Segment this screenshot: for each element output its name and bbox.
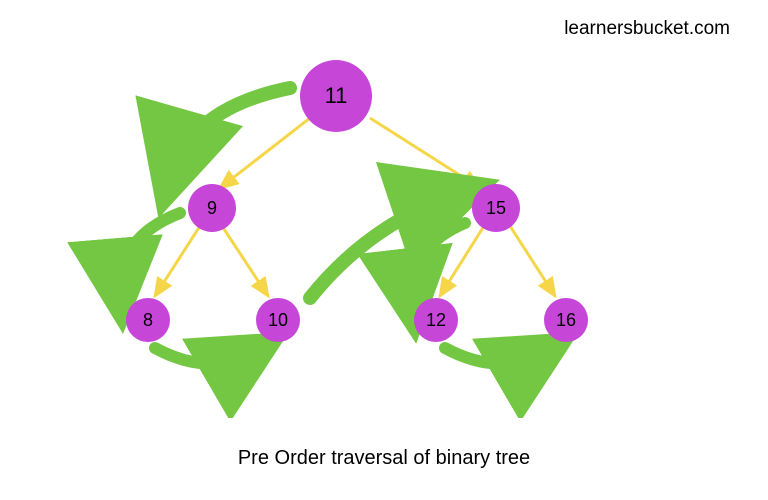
tree-diagram: 11 9 15 8 10 12 16 — [0, 48, 768, 418]
node-value: 8 — [143, 310, 153, 331]
node-value: 15 — [486, 198, 506, 219]
node-value: 10 — [268, 310, 288, 331]
diagram-caption: Pre Order traversal of binary tree — [0, 447, 768, 470]
node-leaf-10: 10 — [256, 298, 300, 342]
node-leaf-16: 16 — [544, 298, 588, 342]
node-left: 9 — [188, 184, 236, 232]
attribution-text: learnersbucket.com — [564, 18, 730, 40]
node-leaf-8: 8 — [126, 298, 170, 342]
node-value: 9 — [207, 198, 217, 219]
traversal-arrows — [0, 48, 768, 418]
node-leaf-12: 12 — [414, 298, 458, 342]
node-value: 12 — [426, 310, 446, 331]
node-right: 15 — [472, 184, 520, 232]
node-value: 11 — [325, 83, 348, 109]
node-value: 16 — [556, 310, 576, 331]
node-root: 11 — [300, 60, 372, 132]
